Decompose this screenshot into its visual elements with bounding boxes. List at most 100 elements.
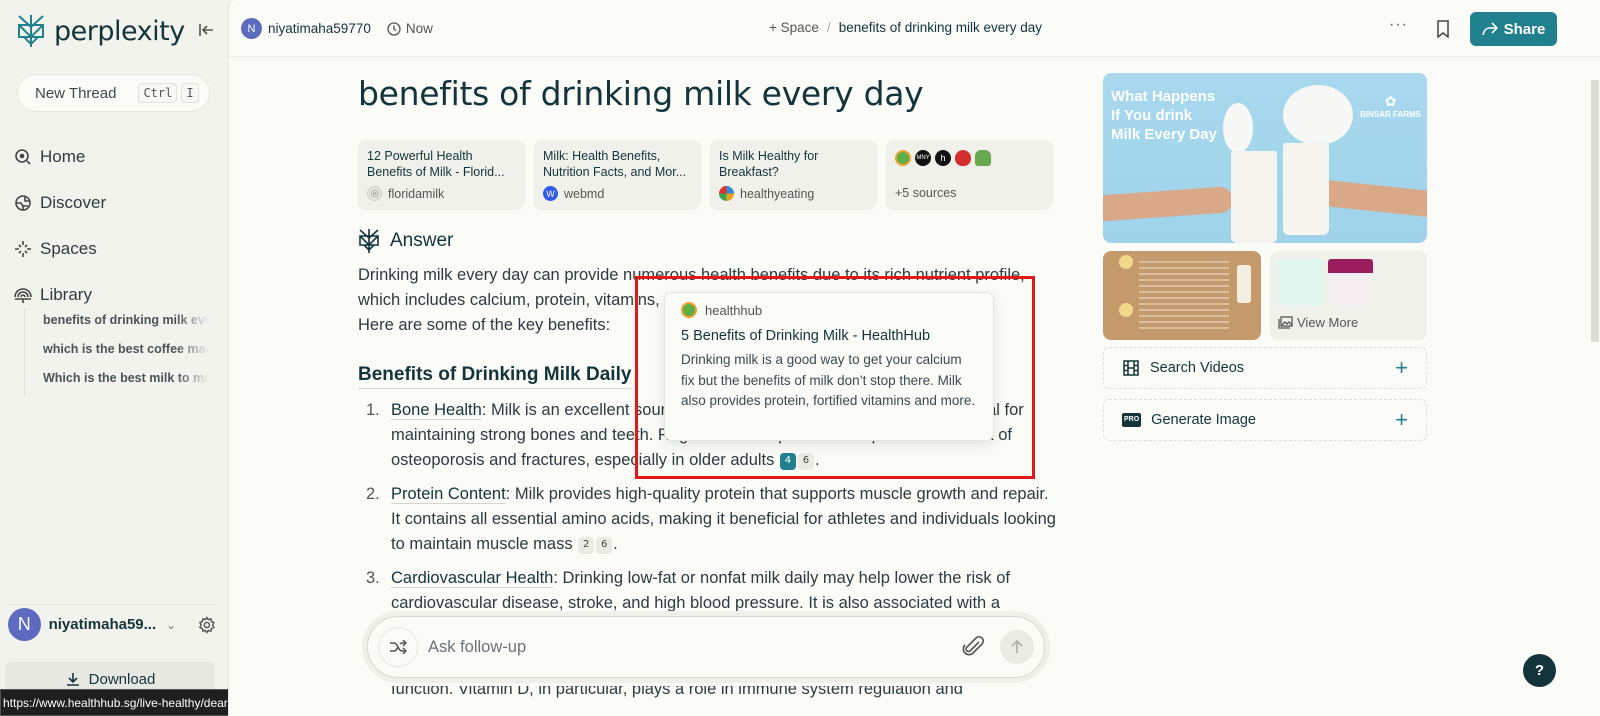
action-label: Generate Image [1151, 412, 1256, 428]
library-thread-item[interactable]: benefits of drinking milk every day [43, 308, 209, 337]
sidebar-item-label: Home [40, 147, 86, 166]
citation-badge[interactable]: 6 [596, 537, 613, 554]
image-thumbnail[interactable] [1103, 251, 1261, 340]
breadcrumb-current: benefits of drinking milk every day [838, 20, 1043, 35]
action-label: Search Videos [1150, 360, 1245, 376]
followup-input[interactable] [428, 637, 962, 657]
clock-icon [387, 21, 401, 36]
add-to-space-button[interactable]: + Space [769, 20, 819, 35]
library-thread-item[interactable]: which is the best coffee machine [43, 337, 209, 366]
chevron-down-icon[interactable]: ⌄ [166, 618, 176, 632]
sidebar-item-label: Library [40, 285, 92, 304]
sources-row: 12 Powerful Health Benefits of Milk - Fl… [358, 140, 1053, 210]
image-thumbnail-mini [1328, 259, 1373, 305]
view-more-label: View More [1297, 315, 1359, 330]
citation-badge[interactable]: 6 [797, 453, 814, 470]
user-name[interactable]: niyatimaha59... [49, 616, 157, 633]
gear-icon[interactable] [198, 615, 216, 634]
thread-author: N niyatimaha59770 Now [241, 18, 433, 39]
globe-icon: ◎ [367, 186, 382, 201]
image-glass [1231, 151, 1277, 243]
image-thumbnail-mini [1278, 259, 1323, 305]
answer-heading: Answer [358, 229, 453, 253]
generate-image-button[interactable]: PRO Generate Image + [1103, 399, 1427, 441]
source-card[interactable]: Milk: Health Benefits, Nutrition Facts, … [534, 140, 701, 210]
hero-caption: What Happens If You drink Milk Every Day [1111, 87, 1221, 144]
sidebar-item-label: Discover [40, 193, 107, 212]
breadcrumb-separator: / [826, 20, 831, 35]
help-button[interactable]: ? [1523, 654, 1556, 687]
healthhub-icon [681, 302, 697, 318]
collapse-left-icon [199, 24, 213, 36]
source-site: floridamilk [388, 186, 445, 201]
image-splash [1283, 85, 1353, 145]
sidebar-nav: Home Discover Spaces Library [14, 134, 106, 318]
share-label: Share [1503, 20, 1546, 38]
popover-title[interactable]: 5 Benefits of Drinking Milk - HealthHub [681, 328, 977, 344]
hero-caption-text: What Happens If You drink Milk Every Day [1111, 88, 1217, 143]
library-thread-list: benefits of drinking milk every day whic… [24, 308, 209, 395]
home-search-icon [15, 149, 31, 165]
apple-icon [955, 150, 971, 166]
globe-icon [15, 195, 31, 211]
image-glass [1283, 143, 1329, 235]
brand-flower-icon: ✿ [1384, 93, 1397, 109]
thumb-dot [1119, 255, 1133, 269]
collapse-sidebar-button[interactable] [196, 20, 216, 40]
paperclip-icon[interactable] [962, 635, 986, 659]
search-videos-button[interactable]: Search Videos + [1103, 347, 1427, 389]
citation-preview-popover[interactable]: healthhub 5 Benefits of Drinking Milk - … [664, 292, 994, 441]
source-site: webmd [564, 186, 605, 201]
brand-name: perplexity [54, 15, 185, 47]
sidebar-item-discover[interactable]: Discover [14, 180, 106, 226]
hero-brand-text: BINSAR FARMS [1360, 110, 1421, 119]
followup-bar [367, 616, 1045, 678]
leaf-icon [975, 150, 991, 166]
healthyeating-icon [719, 186, 734, 201]
thumb-bottle [1237, 265, 1251, 303]
focus-mode-button[interactable] [378, 627, 418, 667]
download-icon [66, 673, 79, 686]
new-thread-button[interactable]: New Thread Ctrl I [17, 74, 210, 112]
source-site: healthyeating [740, 186, 815, 201]
avatar[interactable]: N [8, 608, 41, 641]
hero-brand: ✿ BINSAR FARMS [1360, 93, 1421, 119]
citation-badge[interactable]: 2 [578, 537, 595, 554]
hero-image[interactable]: What Happens If You drink Milk Every Day… [1103, 73, 1427, 243]
bookmark-icon[interactable] [1436, 20, 1450, 38]
source-title: Milk: Health Benefits, Nutrition Facts, … [543, 149, 687, 179]
plus-icon: + [1395, 355, 1408, 380]
popover-site: healthhub [705, 302, 763, 318]
submit-button[interactable] [1000, 630, 1034, 664]
section-heading: Benefits of Drinking Milk Daily [358, 364, 632, 389]
user-account-row: N niyatimaha59... ⌄ [8, 604, 216, 644]
source-card[interactable]: Is Milk Healthy for Breakfast? healthyea… [710, 140, 877, 210]
sidebar-item-label: Spaces [40, 239, 97, 258]
film-icon [1123, 360, 1139, 376]
sidebar-item-home[interactable]: Home [14, 134, 106, 180]
mny-icon: MNY [915, 150, 931, 166]
library-icon [14, 288, 32, 303]
citation-badge[interactable]: 4 [779, 453, 796, 470]
more-sources-label: +5 sources [895, 186, 957, 200]
more-sources-card[interactable]: MNY h +5 sources [886, 140, 1053, 210]
library-thread-item[interactable]: Which is the best milk to make [43, 366, 209, 395]
answer-label: Answer [390, 230, 454, 251]
more-options-icon[interactable]: ··· [1389, 16, 1408, 34]
perplexity-logo[interactable]: perplexity [16, 14, 185, 48]
list-number: 3. [366, 569, 380, 587]
webmd-icon: W [543, 186, 558, 201]
share-button[interactable]: Share [1470, 12, 1557, 46]
main-panel: N niyatimaha59770 Now + Space / benefits… [228, 0, 1600, 716]
image-arm-left [1103, 186, 1234, 222]
benefit-title: Bone Health [391, 401, 482, 420]
shuffle-icon [390, 640, 407, 654]
scrollbar[interactable] [1591, 80, 1599, 342]
list-number: 2. [366, 485, 380, 503]
source-card[interactable]: 12 Powerful Health Benefits of Milk - Fl… [358, 140, 525, 210]
arrow-up-icon [1011, 640, 1023, 653]
share-arrow-icon [1481, 22, 1498, 36]
avatar: N [241, 18, 262, 39]
sidebar-item-spaces[interactable]: Spaces [14, 226, 106, 272]
view-more-images[interactable]: View More [1270, 251, 1427, 340]
